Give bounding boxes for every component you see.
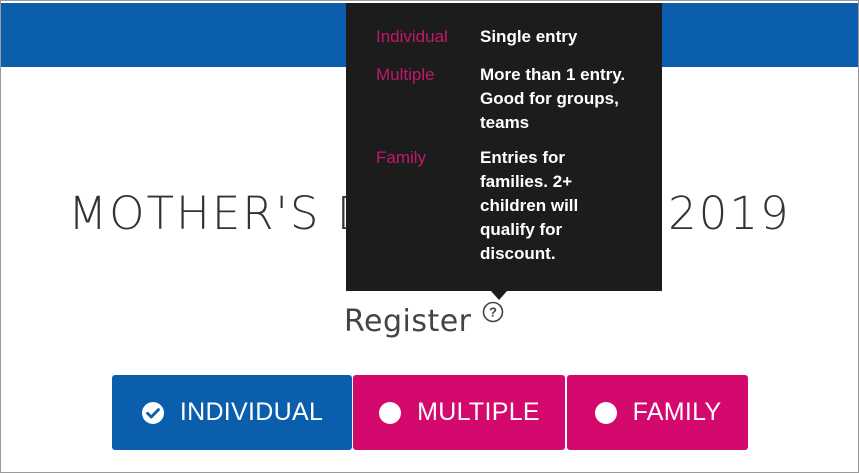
tooltip-term: Individual xyxy=(376,27,448,46)
radio-empty-icon xyxy=(594,401,618,425)
tooltip-row-individual: Individual Single entry xyxy=(376,25,656,49)
tooltip-row-multiple: Multiple More than 1 entry. Good for gro… xyxy=(376,63,656,135)
tooltip-term: Multiple xyxy=(376,65,435,84)
tooltip-row-family: Family Entries for families. 2+ children… xyxy=(376,146,656,266)
page-frame: MOTHER'S DAY CLASSIC 2019 Register ? Ind… xyxy=(0,0,859,473)
multiple-option-label: MULTIPLE xyxy=(417,398,540,426)
radio-empty-icon xyxy=(378,401,402,425)
tooltip-description: Entries for families. 2+ children will q… xyxy=(480,148,579,263)
family-option-label: FAMILY xyxy=(632,398,722,426)
individual-option-button[interactable]: INDIVIDUAL xyxy=(112,375,352,450)
check-circle-icon xyxy=(141,401,165,425)
family-option-button[interactable]: FAMILY xyxy=(567,375,748,450)
individual-option-label: INDIVIDUAL xyxy=(179,398,324,426)
tooltip-pointer xyxy=(491,291,507,300)
tooltip-term: Family xyxy=(376,148,427,167)
register-label: Register xyxy=(344,303,472,339)
register-row: Register ? xyxy=(344,301,504,341)
question-circle-icon-graphic: ? xyxy=(482,301,503,323)
registration-type-tooltip: Individual Single entry Multiple More th… xyxy=(346,3,662,291)
svg-text:?: ? xyxy=(489,305,497,320)
question-circle-icon[interactable]: ? xyxy=(482,301,504,323)
tooltip-description: Single entry xyxy=(480,27,578,46)
multiple-option-button[interactable]: MULTIPLE xyxy=(353,375,565,450)
tooltip-description: More than 1 entry. Good for groups, team… xyxy=(480,65,626,132)
